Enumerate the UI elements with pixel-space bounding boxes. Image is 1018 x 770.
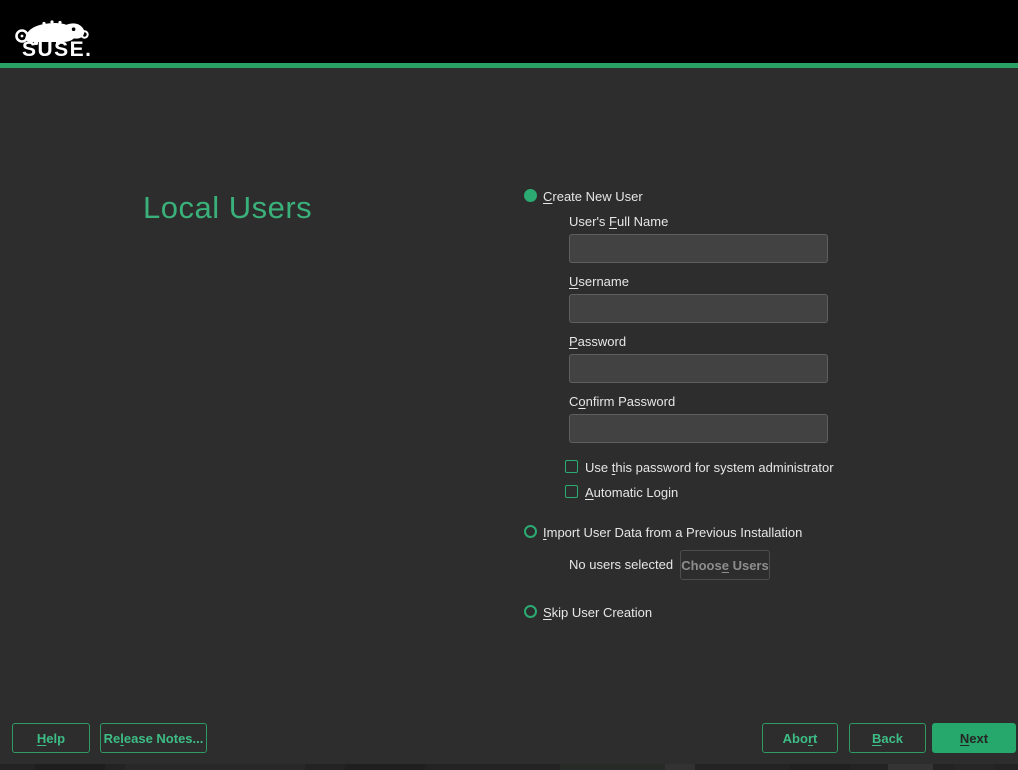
desktop-sliver [0,764,1018,770]
suse-logo: SUSE. [12,10,122,60]
radio-import-user-data[interactable] [524,525,537,538]
radio-create-new-user-label[interactable]: Create New User [543,190,643,204]
radio-create-new-user[interactable] [524,189,537,202]
sysadmin-password-label[interactable]: Use this password for system administrat… [585,461,834,475]
suse-logo-text: SUSE. [22,38,93,62]
username-label: Username [569,275,629,289]
header-bar [0,0,1018,63]
help-button[interactable]: Help [12,723,90,753]
password-input[interactable] [569,354,828,383]
release-notes-button[interactable]: Release Notes... [100,723,207,753]
fullname-input[interactable] [569,234,828,263]
back-button[interactable]: Back [849,723,926,753]
confirm-password-input[interactable] [569,414,828,443]
automatic-login-label[interactable]: Automatic Login [585,486,678,500]
username-input[interactable] [569,294,828,323]
sysadmin-password-checkbox[interactable] [565,460,578,473]
automatic-login-checkbox[interactable] [565,485,578,498]
confirm-password-label: Confirm Password [569,395,675,409]
radio-skip-user-creation[interactable] [524,605,537,618]
page-title: Local Users [143,190,312,226]
radio-import-user-data-label[interactable]: Import User Data from a Previous Install… [543,526,802,540]
fullname-label: User's Full Name [569,215,668,229]
header-green-divider [0,63,1018,68]
abort-button[interactable]: Abort [762,723,838,753]
next-button[interactable]: Next [932,723,1016,753]
no-users-selected-status: No users selected [569,558,673,572]
choose-users-button[interactable]: Choose Users [680,550,770,580]
password-label: Password [569,335,626,349]
radio-skip-user-creation-label[interactable]: Skip User Creation [543,606,652,620]
